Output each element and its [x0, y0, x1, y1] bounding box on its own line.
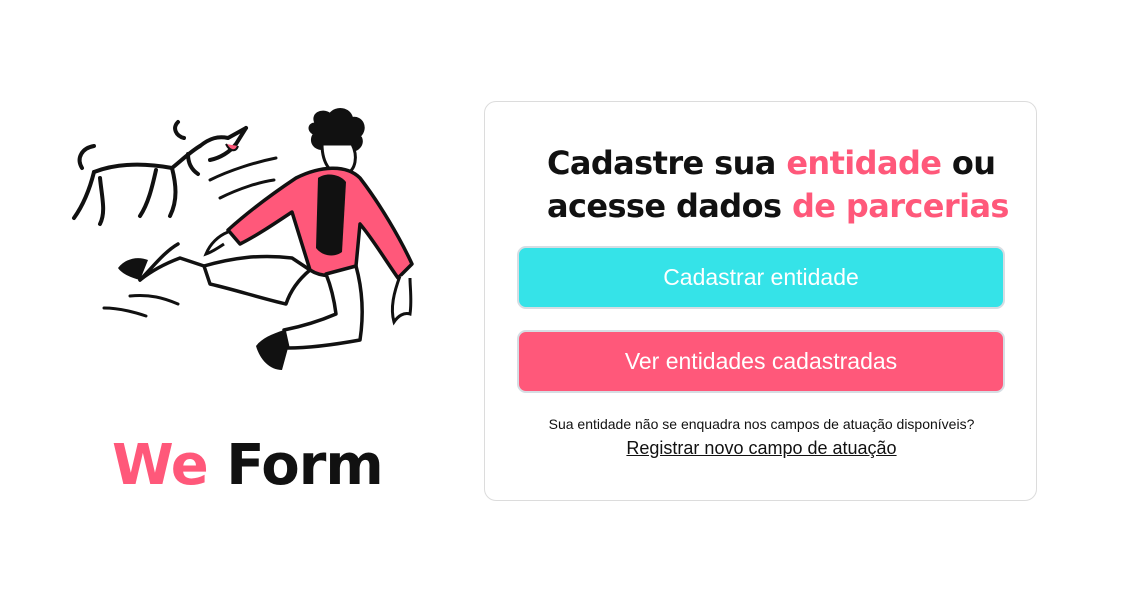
heading-text-1: Cadastre sua: [547, 144, 787, 182]
view-entities-button[interactable]: Ver entidades cadastradas: [517, 330, 1005, 393]
heading-highlight-entidade: entidade: [786, 144, 942, 182]
brand-logo-form: Form: [226, 433, 383, 498]
heading-highlight-parcerias: de parcerias: [791, 187, 1010, 225]
brand-logo-we: We: [112, 433, 209, 498]
person-running-with-dog-illustration: [72, 108, 414, 370]
page: We Form Cadastre sua entidade ou acesse …: [0, 0, 1143, 599]
register-new-field-link[interactable]: Registrar novo campo de atuação: [485, 438, 1038, 459]
register-entity-button[interactable]: Cadastrar entidade: [517, 246, 1005, 309]
field-not-listed-note: Sua entidade não se enquadra nos campos …: [548, 416, 975, 432]
action-card: Cadastre sua entidade ou acesse dados de…: [484, 101, 1037, 501]
card-heading: Cadastre sua entidade ou acesse dados de…: [547, 142, 1017, 228]
brand-logo: We Form: [112, 432, 384, 500]
